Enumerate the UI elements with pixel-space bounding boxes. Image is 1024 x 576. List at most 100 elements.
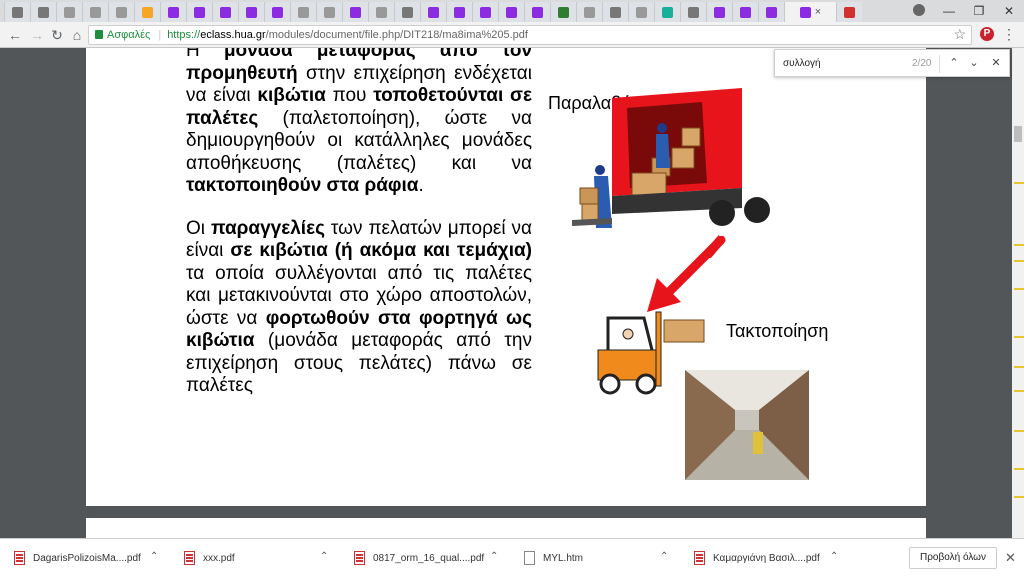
- bookmark-star-icon[interactable]: ☆: [953, 26, 966, 43]
- paragraph-orders: Οι παραγγελίες των πελατών μπορεί να είν…: [186, 218, 532, 398]
- browser-tab[interactable]: [420, 2, 446, 22]
- tab-favicon-icon: [584, 6, 595, 18]
- browser-tab[interactable]: [134, 2, 160, 22]
- browser-tab[interactable]: [186, 2, 212, 22]
- menu-icon[interactable]: ⋮: [1002, 26, 1016, 43]
- address-bar[interactable]: Ασφαλές | https://eclass.hua.gr/modules/do…: [88, 25, 972, 45]
- browser-tab[interactable]: [732, 2, 758, 22]
- find-input[interactable]: συλλογή: [783, 58, 821, 69]
- pdf-page: Η μονάδα μεταφοράς από τον προμηθευτή στ…: [86, 48, 926, 506]
- browser-tab[interactable]: [160, 2, 186, 22]
- browser-tab[interactable]: [706, 2, 732, 22]
- find-match-marker: [1014, 260, 1024, 262]
- browser-tab[interactable]: [108, 2, 134, 22]
- chevron-up-icon[interactable]: ⌃: [320, 551, 328, 562]
- browser-tab[interactable]: [290, 2, 316, 22]
- wheel: [709, 200, 735, 226]
- vertical-scrollbar[interactable]: [1012, 48, 1024, 538]
- chevron-up-icon[interactable]: ⌃: [490, 551, 498, 562]
- tab-favicon-icon: [194, 6, 205, 18]
- profile-button[interactable]: [904, 3, 934, 19]
- browser-tab[interactable]: [524, 2, 550, 22]
- pdf-file-icon: [14, 551, 25, 565]
- browser-tab[interactable]: [238, 2, 264, 22]
- browser-tab[interactable]: [446, 2, 472, 22]
- tab-favicon-icon: [799, 6, 811, 18]
- browser-tab[interactable]: [368, 2, 394, 22]
- tab-favicon-icon: [844, 6, 855, 18]
- tab-favicon-icon: [220, 6, 231, 18]
- find-match-marker: [1014, 182, 1024, 184]
- browser-tab[interactable]: [758, 2, 784, 22]
- download-item[interactable]: Καμαργιάνη Βασιλ....pdf: [694, 548, 820, 568]
- worker-head: [595, 165, 605, 175]
- find-close-button[interactable]: ✕: [989, 56, 1003, 70]
- scroll-thumb[interactable]: [1014, 126, 1022, 142]
- chevron-up-icon[interactable]: ⌃: [830, 551, 838, 562]
- find-match-marker: [1014, 244, 1024, 246]
- tab-favicon-icon: [714, 6, 725, 18]
- wheel: [635, 373, 657, 395]
- browser-tab[interactable]: [472, 2, 498, 22]
- tab-close-icon[interactable]: ×: [815, 6, 821, 18]
- tab-favicon-icon: [402, 6, 413, 18]
- browser-tab[interactable]: [628, 2, 654, 22]
- bold-run: κιβώτια: [257, 85, 326, 106]
- find-previous-button[interactable]: ⌃: [947, 56, 961, 70]
- worker-head: [657, 123, 667, 133]
- browser-tab[interactable]: [576, 2, 602, 22]
- arrow-shaft: [660, 236, 726, 301]
- pdf-viewer: Η μονάδα μεταφοράς από τον προμηθευτή στ…: [0, 48, 1024, 538]
- download-item[interactable]: MYL.htm: [524, 548, 583, 568]
- reload-button[interactable]: ↻: [48, 26, 66, 44]
- browser-tab[interactable]: ×: [784, 2, 836, 22]
- profile-icon: [913, 3, 925, 16]
- url-scheme: https://: [167, 29, 201, 41]
- close-shelf-icon[interactable]: ✕: [1005, 550, 1016, 566]
- secure-label: Ασφαλές: [107, 29, 151, 41]
- pinterest-extension-icon[interactable]: P: [980, 27, 994, 41]
- text-run: Η: [186, 48, 224, 61]
- tab-favicon-icon: [12, 6, 23, 18]
- browser-tab[interactable]: [30, 2, 56, 22]
- browser-tab[interactable]: [342, 2, 368, 22]
- tab-favicon-icon: [480, 6, 491, 18]
- home-button[interactable]: ⌂: [68, 26, 86, 44]
- browser-tab[interactable]: [394, 2, 420, 22]
- box: [671, 147, 695, 169]
- browser-tab[interactable]: [4, 2, 30, 22]
- show-all-downloads-button[interactable]: Προβολή όλων: [909, 547, 997, 569]
- browser-tab[interactable]: [316, 2, 342, 22]
- browser-tab[interactable]: [836, 2, 862, 22]
- tab-favicon-icon: [142, 6, 153, 18]
- find-next-button[interactable]: ⌄: [967, 56, 981, 70]
- download-item[interactable]: 0817_orm_16_qual....pdf: [354, 548, 484, 568]
- browser-tab[interactable]: [264, 2, 290, 22]
- download-item[interactable]: xxx.pdf: [184, 548, 235, 568]
- browser-tab[interactable]: [82, 2, 108, 22]
- maximize-button[interactable]: ❐: [964, 4, 994, 18]
- browser-tab[interactable]: [498, 2, 524, 22]
- chevron-up-icon[interactable]: ⌃: [150, 551, 158, 562]
- back-button[interactable]: ←: [6, 26, 24, 44]
- browser-tab[interactable]: [550, 2, 576, 22]
- find-match-marker: [1014, 430, 1024, 432]
- address-separator: |: [158, 29, 162, 41]
- browser-tab[interactable]: [56, 2, 82, 22]
- tab-favicon-icon: [168, 6, 179, 18]
- arrow-illustration: [647, 236, 726, 312]
- download-filename: xxx.pdf: [203, 552, 235, 564]
- browser-tab[interactable]: [602, 2, 628, 22]
- browser-tab[interactable]: [680, 2, 706, 22]
- slide-text: Η μονάδα μεταφοράς από τον προμηθευτή στ…: [186, 48, 532, 418]
- text-run: Οι: [186, 217, 211, 239]
- download-item[interactable]: DagarisPolizoisMa....pdf: [14, 548, 141, 568]
- browser-tab[interactable]: [212, 2, 238, 22]
- tab-favicon-icon: [376, 6, 387, 18]
- browser-tab[interactable]: [654, 2, 680, 22]
- close-window-button[interactable]: ✕: [994, 4, 1024, 18]
- text-run: που: [325, 85, 374, 106]
- forward-button[interactable]: →: [28, 26, 46, 44]
- minimize-button[interactable]: —: [934, 4, 964, 18]
- chevron-up-icon[interactable]: ⌃: [660, 551, 668, 562]
